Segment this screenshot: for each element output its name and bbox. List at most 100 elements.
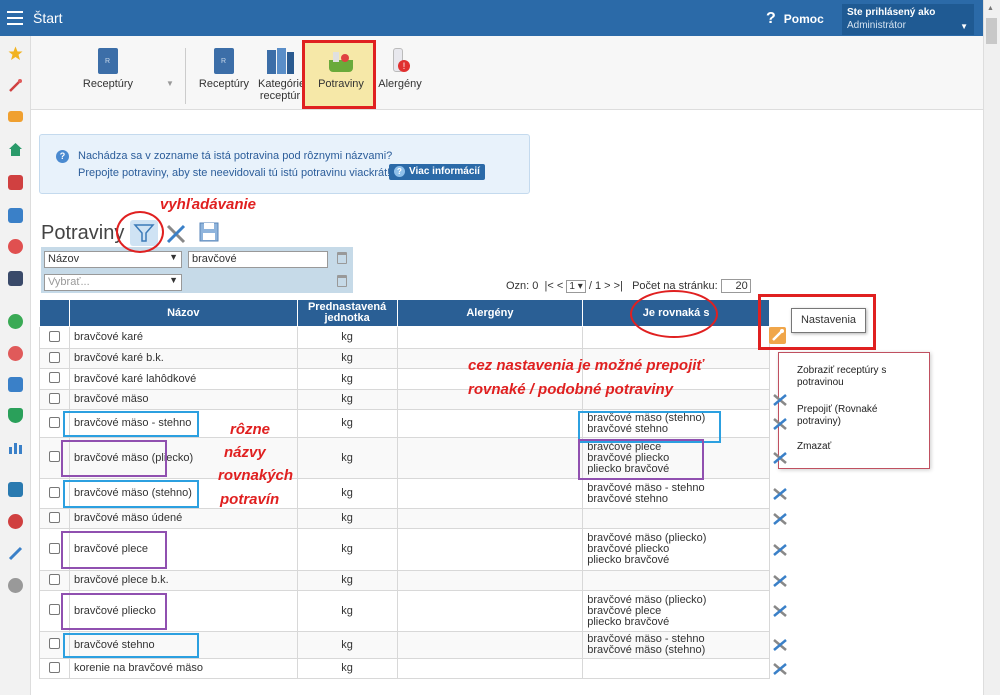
row-checkbox[interactable] [48,604,60,615]
page-select[interactable]: 1 ▾ [566,280,586,293]
row-checkbox[interactable] [48,486,60,498]
row-tools-icon[interactable] [772,638,788,652]
row-checkbox-cell [39,508,70,529]
filter-value-input[interactable]: bravčové [188,251,328,268]
pencil-icon[interactable] [8,546,23,561]
row-tools-icon[interactable] [772,604,788,618]
chat-icon[interactable] [8,514,23,529]
mail-icon[interactable] [8,111,23,122]
menu-item-delete[interactable]: Zmazať [797,441,831,453]
row-tools-icon[interactable] [772,662,788,676]
scrollbar-thumb[interactable] [986,18,997,44]
trash-icon[interactable] [337,252,347,264]
cell-allergens [396,528,584,571]
ribbon-receptury[interactable]: Receptúry [196,48,252,90]
hamburger-menu-icon[interactable] [7,11,23,25]
ribbon-potraviny[interactable]: Potraviny [313,46,369,90]
row-tools-icon[interactable] [772,451,788,465]
row-tools-icon[interactable] [772,574,788,588]
row-checkbox[interactable] [48,416,60,428]
cell-name: bravčové karé b.k. [68,348,298,369]
settings-gear-button[interactable] [769,327,786,344]
row-tools-icon[interactable] [772,417,788,431]
tools-icon[interactable] [164,222,188,244]
cell-unit: kg [296,528,398,571]
calendar-dark-icon[interactable] [8,271,23,286]
more-info-label: Viac informácií [409,166,480,177]
filter-field-select[interactable]: Názov ▼ [44,251,182,268]
menu-item-link-same[interactable]: Prepojiť (Rovnaké potraviny) [797,404,917,428]
row-checkbox[interactable] [48,392,60,404]
row-checkbox[interactable] [48,542,60,554]
calendar-icon[interactable] [8,175,23,190]
row-checkbox[interactable] [48,372,60,383]
row-checkbox[interactable] [48,638,60,649]
trash-icon[interactable] [337,275,347,287]
pager-prev[interactable]: < [557,280,563,292]
cell-same-as: bravčové mäso - stehno bravčové stehno [582,478,770,509]
user-menu[interactable]: Ste prihlásený ako Administrátor ▼ [842,4,974,35]
per-page-input[interactable]: 20 [720,279,751,293]
row-tools-icon[interactable] [772,512,788,526]
cell-unit: kg [296,326,398,349]
save-icon[interactable] [198,221,220,243]
row-checkbox-cell [39,368,70,390]
dropdown-caret-icon[interactable]: ▼ [166,78,174,90]
cell-allergens [396,437,584,479]
row-checkbox[interactable] [48,330,60,342]
chevron-down-icon: ▼ [169,252,178,262]
ribbon-receptury-dropdown[interactable]: Receptúry [80,48,136,90]
cell-allergens [396,631,584,659]
table-row[interactable]: bravčové mäso údené kg [39,508,770,529]
cell-name: bravčové karé lahôdkové [68,368,298,390]
same-as-item: bravčové stehno [587,492,668,505]
table-row[interactable]: bravčové plece b.k. kg [39,570,770,591]
bar-chart-icon[interactable] [8,440,23,455]
briefcase-icon[interactable] [8,377,23,392]
document-icon[interactable] [8,208,23,223]
info-box: ? Nachádza sa v zozname tá istá potravin… [39,134,530,194]
menu-item-show-recipes[interactable]: Zobraziť receptúry s potravinou [797,365,917,389]
row-checkbox[interactable] [48,661,60,673]
ribbon-kategorie[interactable]: Kategórie receptúr [258,48,302,104]
pager-last[interactable]: >| [614,280,623,292]
row-tools-icon[interactable] [772,393,788,407]
header-allergens[interactable]: Alergény [396,299,584,327]
scrollbar[interactable] [983,0,1000,695]
pager-first[interactable]: |< [545,280,554,292]
book-icon[interactable] [8,482,23,497]
help-button[interactable]: ? Pomoc [766,10,824,28]
filter-field-value: Názov [48,253,80,265]
gear-icon[interactable] [8,578,23,593]
row-checkbox-cell [39,389,70,410]
row-checkbox[interactable] [48,451,60,462]
header-nazov[interactable]: Názov [68,299,298,327]
cell-allergens [396,590,584,632]
magic-wand-icon[interactable] [8,78,23,93]
scroll-up-icon[interactable]: ▲ [987,5,994,12]
app-title[interactable]: Štart [33,10,63,26]
more-info-button[interactable]: ? Viac informácií [389,164,485,180]
cell-same-as [582,570,770,591]
pager-next[interactable]: > [604,280,610,292]
check-icon[interactable] [8,314,23,329]
settings-menu: Zobraziť receptúry s potravinou Prepojiť… [778,352,930,469]
question-icon: ? [394,166,405,177]
star-icon[interactable] [8,46,23,61]
home-icon[interactable] [8,142,23,157]
filter-field2-select[interactable]: Vybrať... ▼ [44,274,182,291]
row-tools-icon[interactable] [772,487,788,501]
shield-icon[interactable] [8,408,23,423]
row-tools-icon[interactable] [772,543,788,557]
ribbon-alergeny[interactable]: ! Alergény [375,48,425,90]
badge-icon[interactable] [8,346,23,361]
row-checkbox[interactable] [48,511,60,523]
table-row[interactable]: korenie na bravčové mäso kg [39,658,770,679]
header-unit[interactable]: Prednastavená jednotka [296,299,398,327]
cell-unit: kg [296,478,398,509]
same-as-item: pliecko bravčové [587,554,670,566]
user-icon[interactable] [8,239,23,254]
row-checkbox[interactable] [48,573,60,585]
annotation-settings: cez nastavenia je možné prepojiť rovnaké… [468,354,768,402]
row-checkbox[interactable] [48,351,60,363]
